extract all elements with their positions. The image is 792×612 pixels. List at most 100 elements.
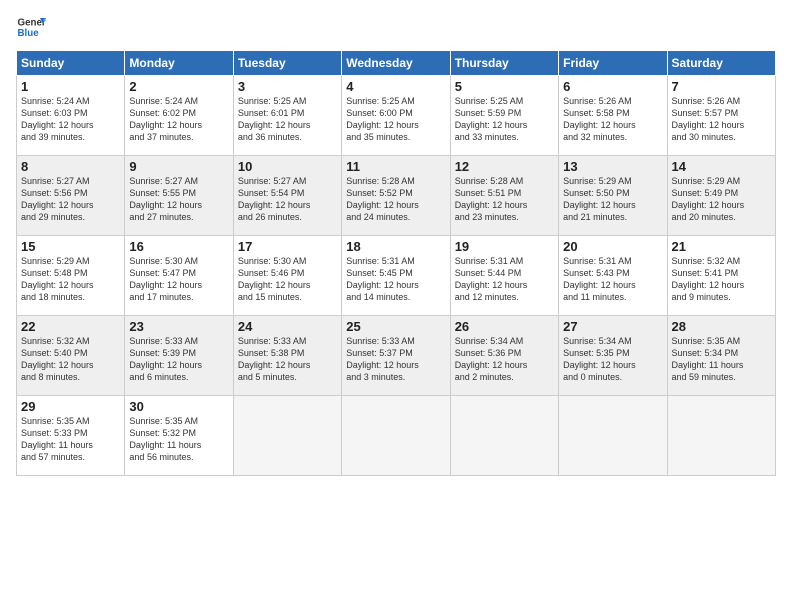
- calendar-week-row: 29Sunrise: 5:35 AMSunset: 5:33 PMDayligh…: [17, 396, 776, 476]
- calendar-cell: 13Sunrise: 5:29 AMSunset: 5:50 PMDayligh…: [559, 156, 667, 236]
- cell-sun-info: Sunrise: 5:29 AMSunset: 5:49 PMDaylight:…: [672, 175, 771, 224]
- calendar-cell: 19Sunrise: 5:31 AMSunset: 5:44 PMDayligh…: [450, 236, 558, 316]
- calendar-cell: [559, 396, 667, 476]
- day-number: 2: [129, 79, 228, 94]
- weekday-header-thursday: Thursday: [450, 51, 558, 76]
- calendar-cell: 21Sunrise: 5:32 AMSunset: 5:41 PMDayligh…: [667, 236, 775, 316]
- cell-sun-info: Sunrise: 5:28 AMSunset: 5:52 PMDaylight:…: [346, 175, 445, 224]
- cell-sun-info: Sunrise: 5:34 AMSunset: 5:35 PMDaylight:…: [563, 335, 662, 384]
- day-number: 26: [455, 319, 554, 334]
- cell-sun-info: Sunrise: 5:35 AMSunset: 5:32 PMDaylight:…: [129, 415, 228, 464]
- page-container: General Blue SundayMondayTuesdayWednesda…: [0, 0, 792, 484]
- calendar-cell: 18Sunrise: 5:31 AMSunset: 5:45 PMDayligh…: [342, 236, 450, 316]
- cell-sun-info: Sunrise: 5:25 AMSunset: 6:01 PMDaylight:…: [238, 95, 337, 144]
- weekday-header-monday: Monday: [125, 51, 233, 76]
- day-number: 8: [21, 159, 120, 174]
- weekday-header-friday: Friday: [559, 51, 667, 76]
- day-number: 28: [672, 319, 771, 334]
- day-number: 16: [129, 239, 228, 254]
- cell-sun-info: Sunrise: 5:30 AMSunset: 5:46 PMDaylight:…: [238, 255, 337, 304]
- calendar-cell: 8Sunrise: 5:27 AMSunset: 5:56 PMDaylight…: [17, 156, 125, 236]
- calendar-cell: 2Sunrise: 5:24 AMSunset: 6:02 PMDaylight…: [125, 76, 233, 156]
- calendar-cell: 12Sunrise: 5:28 AMSunset: 5:51 PMDayligh…: [450, 156, 558, 236]
- cell-sun-info: Sunrise: 5:33 AMSunset: 5:38 PMDaylight:…: [238, 335, 337, 384]
- cell-sun-info: Sunrise: 5:31 AMSunset: 5:43 PMDaylight:…: [563, 255, 662, 304]
- calendar-cell: 24Sunrise: 5:33 AMSunset: 5:38 PMDayligh…: [233, 316, 341, 396]
- calendar-cell: 6Sunrise: 5:26 AMSunset: 5:58 PMDaylight…: [559, 76, 667, 156]
- day-number: 7: [672, 79, 771, 94]
- day-number: 6: [563, 79, 662, 94]
- day-number: 30: [129, 399, 228, 414]
- cell-sun-info: Sunrise: 5:27 AMSunset: 5:54 PMDaylight:…: [238, 175, 337, 224]
- calendar-cell: 9Sunrise: 5:27 AMSunset: 5:55 PMDaylight…: [125, 156, 233, 236]
- calendar-cell: [342, 396, 450, 476]
- calendar-cell: 5Sunrise: 5:25 AMSunset: 5:59 PMDaylight…: [450, 76, 558, 156]
- weekday-header-tuesday: Tuesday: [233, 51, 341, 76]
- cell-sun-info: Sunrise: 5:29 AMSunset: 5:50 PMDaylight:…: [563, 175, 662, 224]
- day-number: 11: [346, 159, 445, 174]
- calendar-cell: 10Sunrise: 5:27 AMSunset: 5:54 PMDayligh…: [233, 156, 341, 236]
- calendar-header: SundayMondayTuesdayWednesdayThursdayFrid…: [17, 51, 776, 76]
- cell-sun-info: Sunrise: 5:31 AMSunset: 5:45 PMDaylight:…: [346, 255, 445, 304]
- calendar-cell: 1Sunrise: 5:24 AMSunset: 6:03 PMDaylight…: [17, 76, 125, 156]
- day-number: 20: [563, 239, 662, 254]
- calendar-cell: 25Sunrise: 5:33 AMSunset: 5:37 PMDayligh…: [342, 316, 450, 396]
- day-number: 1: [21, 79, 120, 94]
- calendar-cell: 11Sunrise: 5:28 AMSunset: 5:52 PMDayligh…: [342, 156, 450, 236]
- day-number: 19: [455, 239, 554, 254]
- cell-sun-info: Sunrise: 5:34 AMSunset: 5:36 PMDaylight:…: [455, 335, 554, 384]
- calendar-cell: 7Sunrise: 5:26 AMSunset: 5:57 PMDaylight…: [667, 76, 775, 156]
- cell-sun-info: Sunrise: 5:31 AMSunset: 5:44 PMDaylight:…: [455, 255, 554, 304]
- weekday-header-saturday: Saturday: [667, 51, 775, 76]
- cell-sun-info: Sunrise: 5:25 AMSunset: 5:59 PMDaylight:…: [455, 95, 554, 144]
- cell-sun-info: Sunrise: 5:30 AMSunset: 5:47 PMDaylight:…: [129, 255, 228, 304]
- day-number: 25: [346, 319, 445, 334]
- calendar-cell: 16Sunrise: 5:30 AMSunset: 5:47 PMDayligh…: [125, 236, 233, 316]
- day-number: 4: [346, 79, 445, 94]
- calendar-week-row: 22Sunrise: 5:32 AMSunset: 5:40 PMDayligh…: [17, 316, 776, 396]
- day-number: 15: [21, 239, 120, 254]
- calendar-cell: [233, 396, 341, 476]
- calendar-cell: 4Sunrise: 5:25 AMSunset: 6:00 PMDaylight…: [342, 76, 450, 156]
- calendar-table: SundayMondayTuesdayWednesdayThursdayFrid…: [16, 50, 776, 476]
- calendar-cell: 23Sunrise: 5:33 AMSunset: 5:39 PMDayligh…: [125, 316, 233, 396]
- calendar-cell: 3Sunrise: 5:25 AMSunset: 6:01 PMDaylight…: [233, 76, 341, 156]
- calendar-cell: 27Sunrise: 5:34 AMSunset: 5:35 PMDayligh…: [559, 316, 667, 396]
- calendar-cell: [667, 396, 775, 476]
- calendar-cell: 20Sunrise: 5:31 AMSunset: 5:43 PMDayligh…: [559, 236, 667, 316]
- calendar-cell: 17Sunrise: 5:30 AMSunset: 5:46 PMDayligh…: [233, 236, 341, 316]
- cell-sun-info: Sunrise: 5:32 AMSunset: 5:41 PMDaylight:…: [672, 255, 771, 304]
- calendar-cell: 29Sunrise: 5:35 AMSunset: 5:33 PMDayligh…: [17, 396, 125, 476]
- cell-sun-info: Sunrise: 5:26 AMSunset: 5:58 PMDaylight:…: [563, 95, 662, 144]
- day-number: 29: [21, 399, 120, 414]
- calendar-week-row: 15Sunrise: 5:29 AMSunset: 5:48 PMDayligh…: [17, 236, 776, 316]
- cell-sun-info: Sunrise: 5:33 AMSunset: 5:39 PMDaylight:…: [129, 335, 228, 384]
- day-number: 23: [129, 319, 228, 334]
- cell-sun-info: Sunrise: 5:32 AMSunset: 5:40 PMDaylight:…: [21, 335, 120, 384]
- weekday-header-sunday: Sunday: [17, 51, 125, 76]
- day-number: 9: [129, 159, 228, 174]
- calendar-week-row: 1Sunrise: 5:24 AMSunset: 6:03 PMDaylight…: [17, 76, 776, 156]
- cell-sun-info: Sunrise: 5:27 AMSunset: 5:55 PMDaylight:…: [129, 175, 228, 224]
- cell-sun-info: Sunrise: 5:26 AMSunset: 5:57 PMDaylight:…: [672, 95, 771, 144]
- day-number: 27: [563, 319, 662, 334]
- day-number: 3: [238, 79, 337, 94]
- calendar-cell: 26Sunrise: 5:34 AMSunset: 5:36 PMDayligh…: [450, 316, 558, 396]
- cell-sun-info: Sunrise: 5:24 AMSunset: 6:02 PMDaylight:…: [129, 95, 228, 144]
- weekday-header-wednesday: Wednesday: [342, 51, 450, 76]
- day-number: 18: [346, 239, 445, 254]
- calendar-cell: 30Sunrise: 5:35 AMSunset: 5:32 PMDayligh…: [125, 396, 233, 476]
- svg-text:Blue: Blue: [18, 28, 40, 39]
- calendar-cell: 14Sunrise: 5:29 AMSunset: 5:49 PMDayligh…: [667, 156, 775, 236]
- cell-sun-info: Sunrise: 5:28 AMSunset: 5:51 PMDaylight:…: [455, 175, 554, 224]
- page-header: General Blue: [16, 12, 776, 42]
- calendar-cell: 15Sunrise: 5:29 AMSunset: 5:48 PMDayligh…: [17, 236, 125, 316]
- weekday-header-row: SundayMondayTuesdayWednesdayThursdayFrid…: [17, 51, 776, 76]
- calendar-body: 1Sunrise: 5:24 AMSunset: 6:03 PMDaylight…: [17, 76, 776, 476]
- day-number: 17: [238, 239, 337, 254]
- cell-sun-info: Sunrise: 5:24 AMSunset: 6:03 PMDaylight:…: [21, 95, 120, 144]
- logo-icon: General Blue: [16, 12, 46, 42]
- day-number: 24: [238, 319, 337, 334]
- day-number: 22: [21, 319, 120, 334]
- cell-sun-info: Sunrise: 5:27 AMSunset: 5:56 PMDaylight:…: [21, 175, 120, 224]
